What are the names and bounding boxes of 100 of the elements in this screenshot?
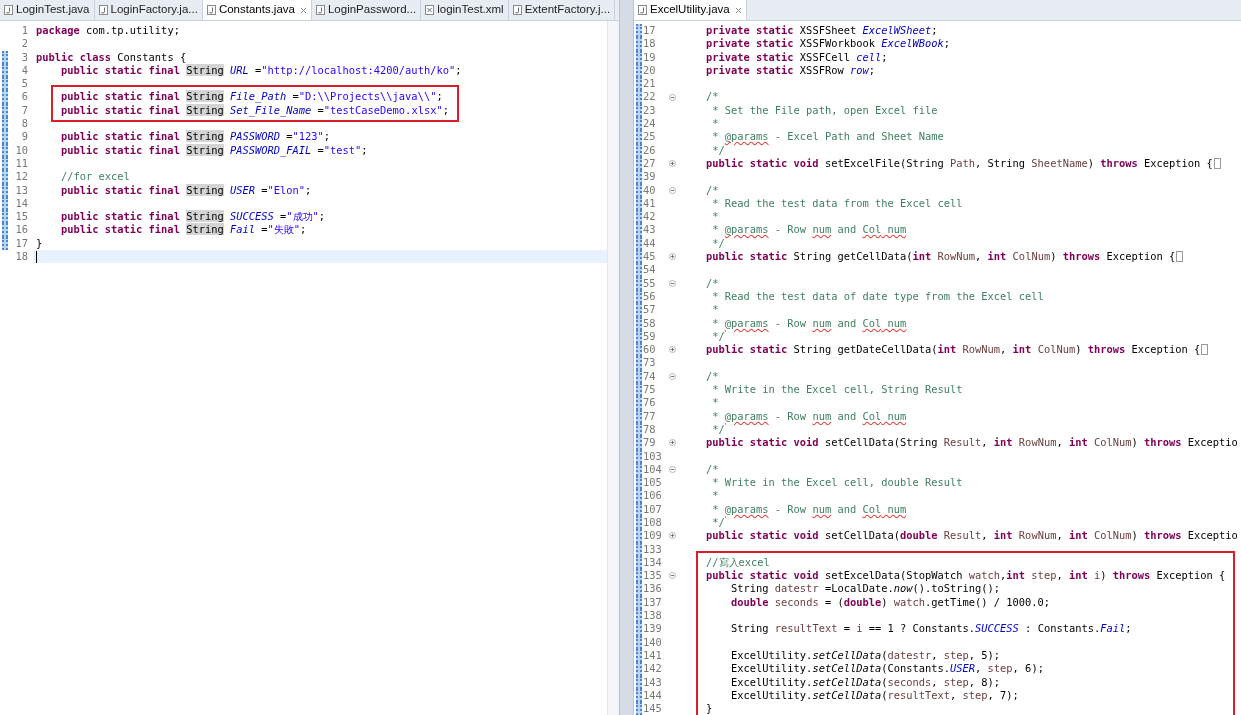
line-number: 73	[643, 356, 657, 370]
line-number: 54	[643, 263, 657, 277]
code-line: package com.tp.utility;	[36, 24, 180, 38]
code-line: */	[711, 143, 725, 157]
line-number: 137	[643, 595, 663, 610]
line-number: 6	[20, 90, 28, 104]
code-line: private static XSSFCell cell;	[705, 50, 888, 64]
code-line: * Read the test data from the Excel cell	[711, 196, 963, 211]
line-number: 16	[14, 223, 28, 237]
collapse-icon[interactable]	[668, 572, 676, 580]
line-number: 143	[643, 675, 663, 689]
line-number: 144	[643, 688, 663, 703]
code-line: public static void setExcelFile(String Path, String SheetName) throws Exception {	[705, 156, 1213, 171]
line-number: 60	[643, 343, 657, 357]
line-number: 138	[643, 609, 663, 623]
expand-icon[interactable]	[668, 160, 676, 168]
code-line: *	[711, 396, 719, 410]
line-number: 4	[20, 63, 28, 78]
java-file-icon	[98, 5, 108, 15]
line-number: 108	[643, 516, 663, 530]
line-number: 106	[643, 489, 663, 503]
line-number: 18	[643, 37, 657, 51]
line-number: 79	[643, 436, 657, 450]
editor-tab[interactable]: ExcelUtility.java	[634, 0, 747, 20]
code-line: *	[711, 117, 719, 131]
line-number: 11	[14, 156, 28, 171]
code-line: ExcelUtility.setCellData(Constants.USER, step, 6);	[730, 662, 1044, 676]
code-line: /*	[705, 183, 719, 197]
line-number: 17	[643, 24, 657, 38]
code-line: * Read the test data of date type from the Excel cell	[711, 289, 1044, 304]
line-number: 139	[643, 622, 663, 636]
code-line: * @params - Row num and Col num	[711, 316, 907, 330]
code-line: }	[36, 236, 43, 251]
line-number: 56	[643, 289, 657, 304]
line-number: 145	[643, 702, 663, 715]
editor-tab[interactable]: Constants.java	[202, 0, 312, 20]
line-number: 18	[14, 250, 28, 264]
line-number: 42	[643, 210, 657, 224]
folded-code-icon[interactable]	[1213, 158, 1221, 170]
folded-code-icon[interactable]	[1201, 344, 1209, 356]
code-line: public static final String PASSWORD ="123";	[60, 130, 331, 144]
java-file-icon	[4, 5, 13, 15]
line-number: 59	[643, 329, 657, 344]
line-number: 107	[643, 502, 663, 516]
expand-icon[interactable]	[668, 439, 676, 447]
line-number: 103	[643, 449, 663, 463]
expand-icon[interactable]	[668, 532, 676, 540]
code-line: /*	[705, 276, 719, 290]
line-number: 104	[643, 462, 663, 477]
folded-code-icon[interactable]	[1176, 251, 1184, 263]
code-line: public class Constants {	[36, 50, 187, 64]
line-number: 25	[643, 130, 657, 144]
code-line: ExcelUtility.setCellData(resultText, step, 7);	[730, 688, 1019, 703]
line-number: 2	[20, 37, 28, 51]
code-line: public static final String PASSWORD_FAIL ="test";	[60, 143, 368, 157]
line-number: 23	[643, 103, 657, 118]
line-number: 75	[643, 383, 657, 397]
code-line: */	[711, 422, 725, 437]
collapse-icon[interactable]	[668, 93, 676, 101]
line-number: 21	[643, 77, 657, 91]
collapse-icon[interactable]	[668, 465, 676, 473]
line-number: 20	[643, 63, 657, 78]
code-line: String datestr =LocalDate.now().toString();	[730, 582, 1001, 596]
line-number: 135	[643, 569, 663, 583]
line-number: 109	[643, 529, 663, 543]
code-line: ExcelUtility.setCellData(seconds, step, 8);	[730, 675, 1001, 689]
code-line: public static void setExcelData(StopWatch watch,int step, int i) throws Exception {	[705, 569, 1226, 583]
line-number: 1	[20, 24, 28, 38]
collapse-icon[interactable]	[668, 186, 676, 194]
close-icon[interactable]	[299, 6, 307, 14]
java-file-icon	[206, 5, 216, 15]
code-line: private static XSSFRow row;	[705, 63, 875, 78]
line-number: 74	[643, 369, 657, 383]
code-line: /*	[705, 90, 719, 104]
text-cursor	[36, 250, 37, 263]
java-file-icon	[638, 5, 647, 15]
expand-icon[interactable]	[668, 253, 676, 261]
line-number: 8	[20, 117, 28, 131]
code-line: *	[711, 489, 719, 503]
line-number: 40	[643, 183, 657, 197]
collapse-icon[interactable]	[668, 372, 676, 380]
line-number: 58	[643, 316, 657, 330]
code-line: double seconds = (double) watch.getTime() / 1000.0;	[730, 595, 1051, 610]
line-number: 13	[14, 183, 28, 197]
code-line: public static final String Set_File_Name ="testCaseDemo.xlsx";	[60, 103, 449, 118]
code-line: * @params - Row num and Col num	[711, 502, 907, 516]
collapse-icon[interactable]	[668, 279, 676, 287]
code-line: public static final String USER ="Elon";	[60, 183, 312, 197]
code-line: *	[711, 303, 719, 317]
code-line: public static void setCellData(String Result, int RowNum, int ColNum) throws Exceptio	[705, 436, 1238, 450]
expand-icon[interactable]	[668, 346, 676, 354]
line-number: 77	[643, 409, 657, 423]
java-file-icon	[315, 5, 325, 15]
code-line: * @params - Row num and Col num	[711, 409, 907, 423]
close-icon[interactable]	[734, 6, 742, 14]
code-line: ExcelUtility.setCellData(datestr, step, 5);	[730, 648, 1001, 663]
line-number: 133	[643, 542, 663, 556]
code-line: /*	[705, 369, 719, 383]
code-line: *	[711, 210, 719, 224]
line-number: 140	[643, 635, 663, 649]
